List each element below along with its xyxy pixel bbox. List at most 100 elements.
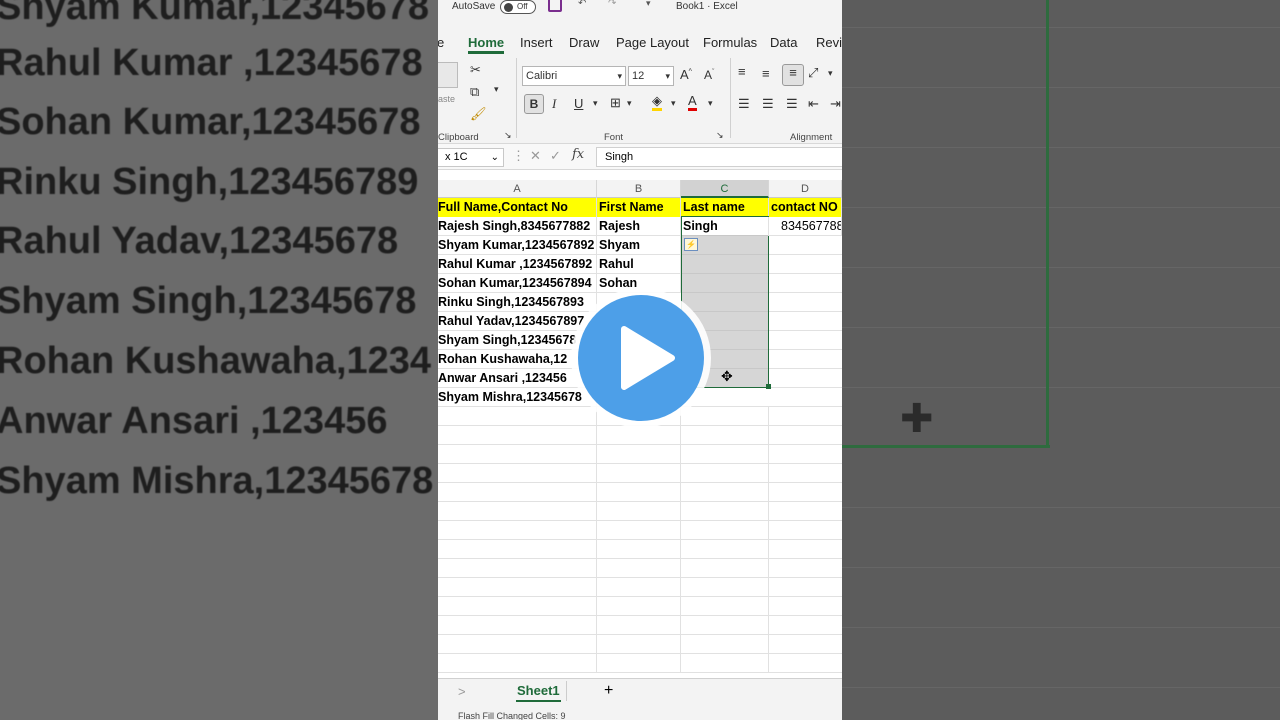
cancel-icon[interactable]: ✕: [530, 148, 541, 164]
underline-button[interactable]: U: [574, 96, 583, 111]
decrease-indent-icon[interactable]: ⇤: [808, 96, 819, 112]
cursor-cross-icon: ✥: [721, 368, 733, 384]
font-color-chevron-icon[interactable]: ▾: [708, 98, 713, 109]
ribbon-tabs: e Home Insert Draw Page Layout Formulas …: [438, 30, 842, 54]
orientation-chevron-icon[interactable]: ▾: [828, 68, 833, 79]
status-text: Flash Fill Changed Cells: 9: [458, 711, 566, 720]
autosave-toggle[interactable]: Off: [500, 0, 536, 14]
align-center-icon[interactable]: ☰: [762, 96, 774, 112]
cell-a[interactable]: Anwar Ansari ,123456: [438, 369, 597, 388]
autosave-label: AutoSave: [452, 1, 496, 12]
tab-insert[interactable]: Insert: [520, 35, 553, 50]
cell-a[interactable]: Rohan Kushawaha,12: [438, 350, 597, 369]
align-middle-icon[interactable]: ≡: [762, 66, 770, 81]
align-top-icon[interactable]: ≡: [738, 64, 746, 79]
paste-icon[interactable]: [438, 62, 458, 88]
cell-c[interactable]: Singh: [681, 217, 769, 236]
save-icon[interactable]: [548, 0, 562, 12]
font-name-select[interactable]: Calibri ▾: [522, 66, 626, 86]
play-button[interactable]: [578, 295, 704, 421]
cell-b[interactable]: Rahul: [597, 255, 681, 274]
chevron-down-icon: ⌄: [490, 152, 499, 163]
cell-a[interactable]: Rahul Kumar ,1234567892: [438, 255, 597, 274]
blurred-right-panel: [842, 0, 1280, 720]
quick-access-chevron-icon[interactable]: ▾: [646, 0, 651, 9]
add-sheet-button[interactable]: +: [604, 682, 613, 700]
clipboard-launcher-icon[interactable]: ↘: [504, 130, 512, 141]
bg-selection-border: [842, 445, 1050, 448]
format-painter-icon[interactable]: 🖌: [470, 106, 487, 122]
redo-icon[interactable]: ↷: [608, 0, 616, 9]
cell-a[interactable]: Rinku Singh,1234567893: [438, 293, 597, 312]
font-size-select[interactable]: 12 ▾: [628, 66, 674, 86]
font-color-icon[interactable]: A: [688, 94, 697, 111]
font-group-label: Font: [604, 132, 624, 143]
header-cell-d[interactable]: contact NO: [769, 198, 842, 217]
column-header-c[interactable]: C: [681, 180, 769, 198]
underline-chevron-icon[interactable]: ▾: [593, 98, 598, 109]
align-right-icon[interactable]: ☰: [786, 96, 798, 112]
tab-data[interactable]: Data: [770, 35, 797, 50]
ribbon: aste ✂ ⧉ ▾ 🖌 Clipboard ↘ Calibri ▾ 12 ▾ …: [438, 54, 842, 144]
document-title: Book1 · Excel: [676, 1, 738, 12]
header-cell-c[interactable]: Last name: [681, 198, 769, 217]
formula-bar: x 1C ⌄ ⋮ ✕ ✓ fx Singh: [438, 144, 842, 170]
undo-icon[interactable]: ↶: [578, 0, 586, 9]
cell-d[interactable]: 8345677882: [769, 217, 842, 236]
increase-indent-icon[interactable]: ⇥: [830, 96, 841, 112]
tab-formulas[interactable]: Formulas: [703, 35, 757, 50]
header-cell-a[interactable]: Full Name,Contact No: [438, 198, 597, 217]
cell-a[interactable]: Rajesh Singh,8345677882: [438, 217, 597, 236]
insert-function-icon[interactable]: fx: [572, 147, 584, 162]
column-header-a[interactable]: A: [438, 180, 597, 198]
orientation-icon[interactable]: ⤢: [808, 65, 818, 81]
bg-selection-border: [1046, 0, 1049, 448]
header-cell-b[interactable]: First Name: [597, 198, 681, 217]
tab-page-layout[interactable]: Page Layout: [616, 35, 689, 50]
italic-button[interactable]: I: [552, 96, 556, 112]
copy-icon[interactable]: ⧉: [470, 84, 479, 100]
chevron-down-icon: ▾: [665, 71, 670, 81]
flash-fill-options-icon[interactable]: ⚡: [684, 238, 698, 251]
bg-row: Shyam Mishra,12345678: [0, 460, 434, 502]
formula-input[interactable]: Singh: [596, 147, 842, 167]
cell-a[interactable]: Shyam Kumar,1234567892: [438, 236, 597, 255]
cut-icon[interactable]: ✂: [470, 62, 481, 78]
cell-a[interactable]: Shyam Mishra,12345678: [438, 388, 597, 407]
play-icon: [621, 326, 675, 390]
bg-row: Rahul Yadav,12345678: [0, 220, 399, 262]
enter-icon[interactable]: ✓: [550, 148, 561, 164]
cell-a[interactable]: Shyam Singh,12345678: [438, 331, 597, 350]
tab-draw[interactable]: Draw: [569, 35, 599, 50]
tab-home[interactable]: Home: [468, 35, 505, 54]
worksheet-grid[interactable]: A B C D Full Name,Contact No First Name …: [438, 180, 842, 680]
align-left-icon[interactable]: ☰: [738, 96, 750, 112]
bg-row: Shyam Singh,12345678: [0, 280, 417, 322]
cell-b[interactable]: Sohan: [597, 274, 681, 293]
align-bottom-icon[interactable]: ≡: [782, 64, 804, 86]
clipboard-group-label: Clipboard: [438, 132, 479, 143]
sheet-tab-sheet1[interactable]: Sheet1: [516, 683, 561, 702]
bg-row: Rinku Singh,123456789: [0, 161, 419, 203]
fill-chevron-icon[interactable]: ▾: [671, 98, 676, 109]
copy-chevron-icon[interactable]: ▾: [494, 84, 499, 95]
borders-chevron-icon[interactable]: ▾: [627, 98, 632, 109]
column-header-d[interactable]: D: [769, 180, 842, 198]
sheet-nav-icon[interactable]: >: [458, 684, 466, 699]
font-launcher-icon[interactable]: ↘: [716, 130, 724, 141]
fill-handle[interactable]: [766, 384, 771, 389]
increase-font-icon[interactable]: A^: [680, 67, 692, 82]
fill-color-icon[interactable]: ◈: [652, 94, 662, 111]
borders-icon[interactable]: ⊞: [610, 95, 621, 111]
cell-a[interactable]: Sohan Kumar,1234567894: [438, 274, 597, 293]
tab-file[interactable]: e: [438, 35, 444, 50]
bg-cursor-cross-icon: ✚: [900, 397, 934, 441]
column-header-b[interactable]: B: [597, 180, 681, 198]
cell-a[interactable]: Rahul Yadav,1234567897: [438, 312, 597, 331]
bold-button[interactable]: B: [524, 94, 544, 114]
cell-b[interactable]: Shyam: [597, 236, 681, 255]
cell-b[interactable]: Rajesh: [597, 217, 681, 236]
tab-review[interactable]: Revie: [816, 35, 842, 50]
name-box[interactable]: x 1C ⌄: [438, 148, 504, 167]
decrease-font-icon[interactable]: Aˇ: [704, 68, 714, 82]
